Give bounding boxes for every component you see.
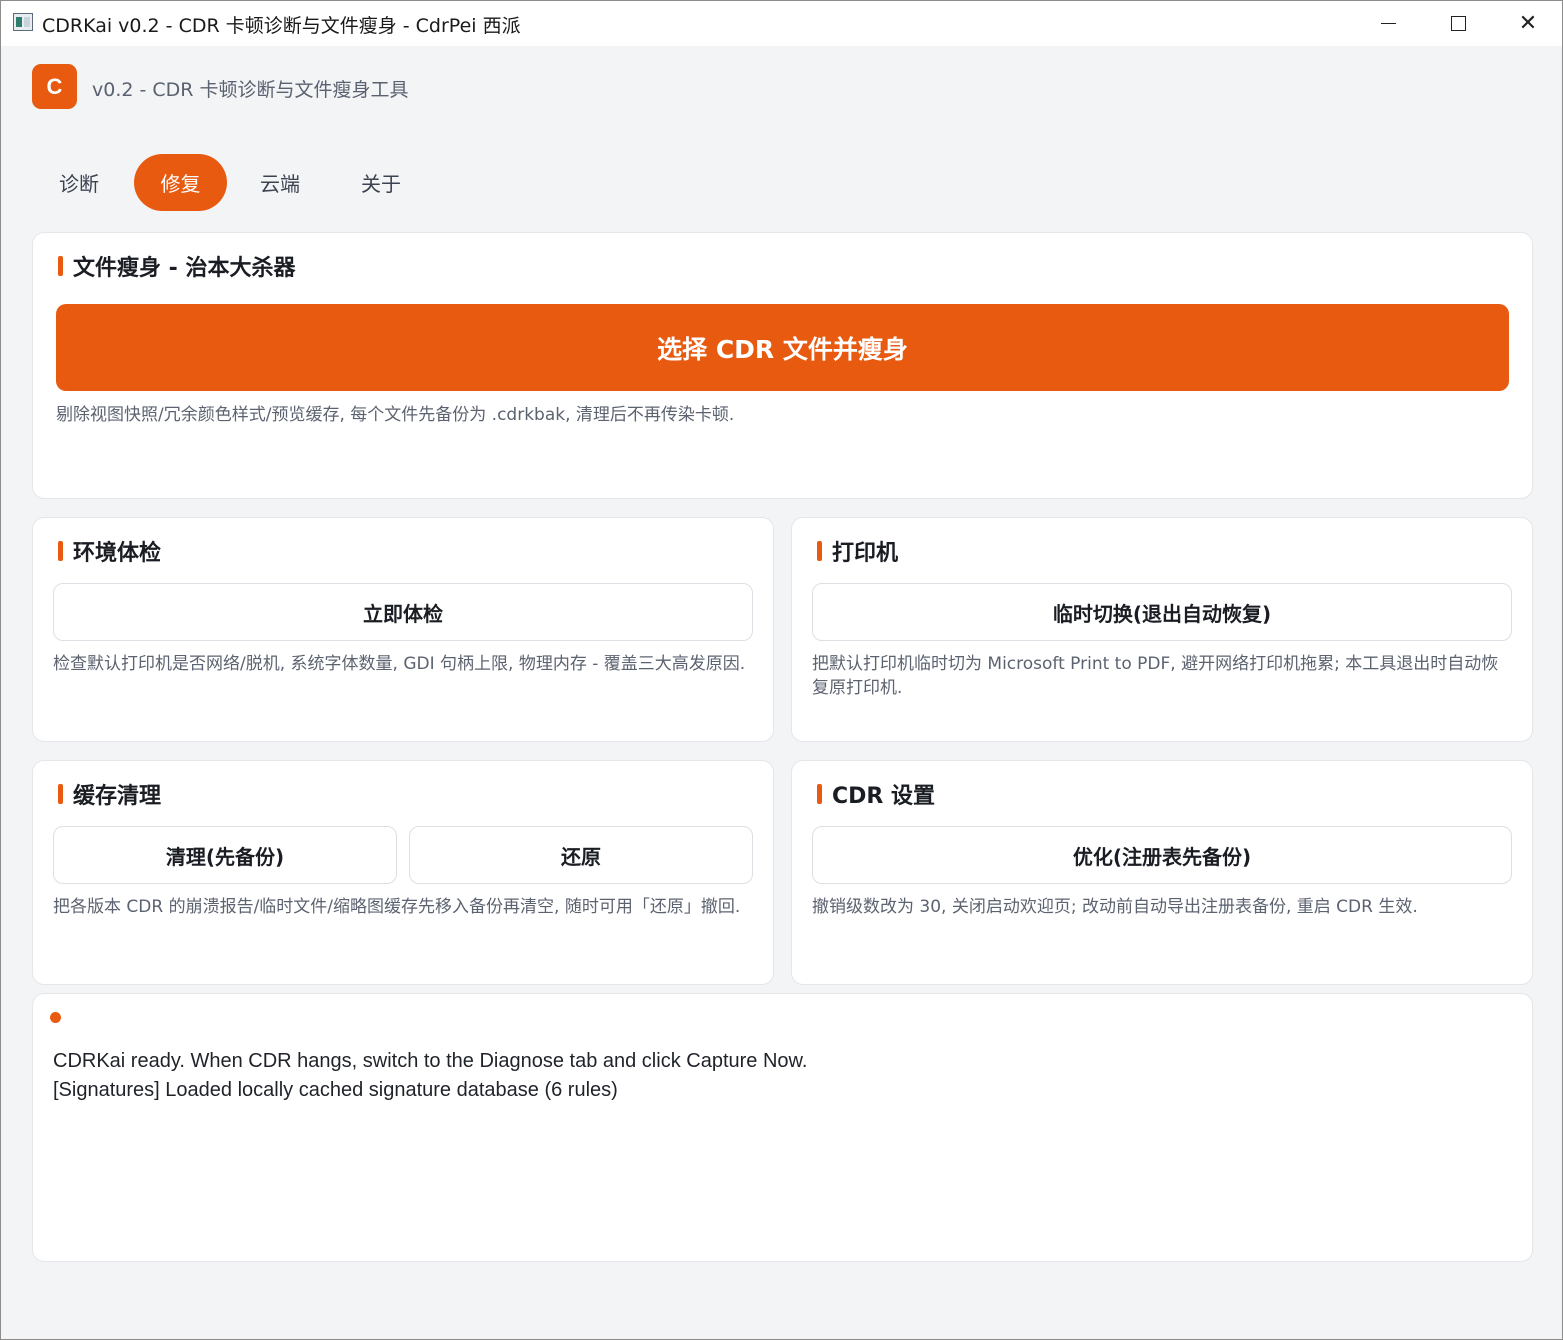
accent-bar: [58, 541, 63, 561]
slim-card-title: 文件瘦身 - 治本大杀器: [58, 253, 296, 281]
app-window-icon: [13, 13, 33, 31]
printer-switch-button[interactable]: 临时切换(退出自动恢复): [812, 583, 1512, 641]
minimize-button[interactable]: [1353, 1, 1423, 46]
cdr-settings-card: CDR 设置 优化(注册表先备份) 撤销级数改为 30, 关闭启动欢迎页; 改动…: [791, 760, 1533, 985]
minimize-icon: [1380, 23, 1396, 24]
app-window: CDRKai v0.2 - CDR 卡顿诊断与文件瘦身 - CdrPei 西派 …: [0, 0, 1563, 1340]
cache-restore-button[interactable]: 还原: [409, 826, 753, 884]
cache-card: 缓存清理 清理(先备份) 还原 把各版本 CDR 的崩溃报告/临时文件/缩略图缓…: [32, 760, 774, 985]
cdr-settings-description: 撤销级数改为 30, 关闭启动欢迎页; 改动前自动导出注册表备份, 重启 CDR…: [812, 897, 1418, 917]
accent-bar: [58, 784, 63, 804]
slim-card: 文件瘦身 - 治本大杀器 选择 CDR 文件并瘦身 剔除视图快照/冗余颜色样式/…: [32, 232, 1533, 499]
close-icon: ✕: [1518, 10, 1538, 36]
accent-bar: [817, 784, 822, 804]
slim-title-text: 文件瘦身 - 治本大杀器: [73, 256, 296, 281]
window-title: CDRKai v0.2 - CDR 卡顿诊断与文件瘦身 - CdrPei 西派: [42, 15, 521, 37]
printer-title-text: 打印机: [832, 541, 899, 566]
env-check-button[interactable]: 立即体检: [53, 583, 753, 641]
env-description: 检查默认打印机是否网络/脱机, 系统字体数量, GDI 句柄上限, 物理内存 -…: [53, 654, 746, 674]
env-card-title: 环境体检: [58, 538, 162, 566]
app-subtitle: v0.2 - CDR 卡顿诊断与文件瘦身工具: [92, 79, 409, 101]
status-dot-icon: [50, 1012, 61, 1023]
tab-repair[interactable]: 修复: [134, 154, 227, 211]
cdr-settings-card-title: CDR 设置: [817, 781, 936, 809]
cache-title-text: 缓存清理: [73, 784, 162, 809]
tab-bar: 诊断 修复 云端 关于: [33, 154, 429, 211]
printer-description: 把默认打印机临时切为 Microsoft Print to PDF, 避开网络打…: [812, 654, 1499, 698]
slim-select-file-button[interactable]: 选择 CDR 文件并瘦身: [56, 304, 1509, 391]
cdr-optimize-button[interactable]: 优化(注册表先备份): [812, 826, 1512, 884]
slim-description: 剔除视图快照/冗余颜色样式/预览缓存, 每个文件先备份为 .cdrkbak, 清…: [56, 405, 735, 425]
tab-cloud[interactable]: 云端: [231, 154, 329, 211]
env-title-text: 环境体检: [73, 541, 162, 566]
printer-card-title: 打印机: [817, 538, 899, 566]
log-line: CDRKai ready. When CDR hangs, switch to …: [53, 1050, 808, 1072]
app-logo: C: [32, 64, 77, 109]
maximize-icon: [1450, 16, 1466, 31]
tab-diagnose[interactable]: 诊断: [33, 154, 125, 211]
log-panel[interactable]: CDRKai ready. When CDR hangs, switch to …: [32, 993, 1533, 1262]
maximize-button[interactable]: [1423, 1, 1493, 46]
log-line: [Signatures] Loaded locally cached signa…: [53, 1079, 618, 1101]
accent-bar: [58, 256, 63, 276]
printer-card: 打印机 临时切换(退出自动恢复) 把默认打印机临时切为 Microsoft Pr…: [791, 517, 1533, 742]
close-button[interactable]: ✕: [1493, 1, 1563, 46]
cache-clean-button[interactable]: 清理(先备份): [53, 826, 397, 884]
cache-card-title: 缓存清理: [58, 781, 162, 809]
cdr-settings-title-text: CDR 设置: [832, 784, 936, 809]
title-bar[interactable]: CDRKai v0.2 - CDR 卡顿诊断与文件瘦身 - CdrPei 西派 …: [1, 1, 1562, 46]
accent-bar: [817, 541, 822, 561]
env-check-card: 环境体检 立即体检 检查默认打印机是否网络/脱机, 系统字体数量, GDI 句柄…: [32, 517, 774, 742]
tab-about[interactable]: 关于: [333, 154, 429, 211]
cache-description: 把各版本 CDR 的崩溃报告/临时文件/缩略图缓存先移入备份再清空, 随时可用「…: [53, 897, 741, 917]
